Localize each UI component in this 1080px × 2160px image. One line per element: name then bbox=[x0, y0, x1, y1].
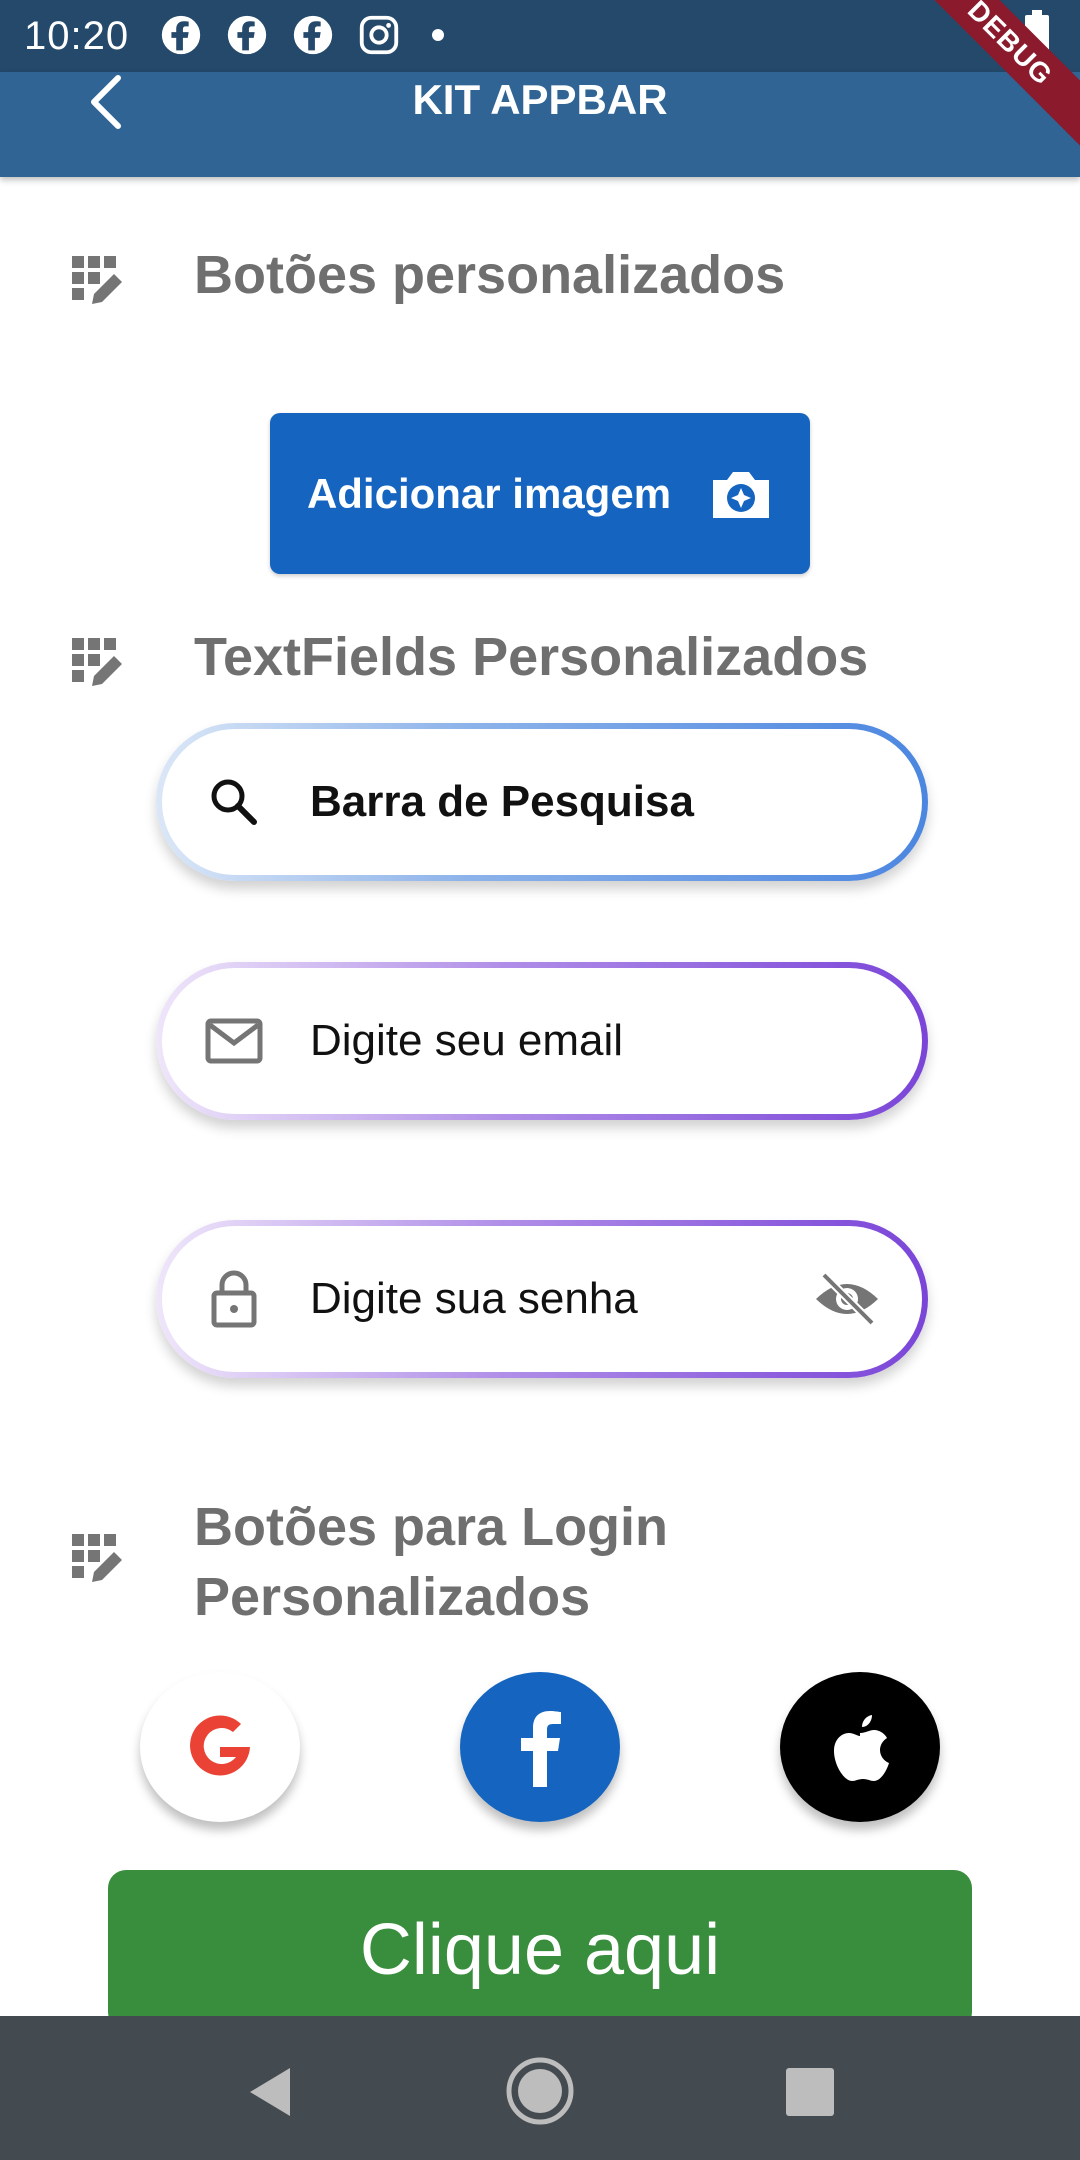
section-header-buttons: Botões personalizados bbox=[70, 240, 994, 310]
section-title-buttons: Botões personalizados bbox=[194, 245, 786, 305]
facebook-icon bbox=[293, 15, 333, 55]
facebook-icon bbox=[161, 15, 201, 55]
facebook-icon bbox=[521, 1711, 561, 1787]
facebook-icon bbox=[227, 15, 267, 55]
status-time: 10:20 bbox=[24, 14, 130, 58]
nav-back-icon[interactable] bbox=[240, 2062, 300, 2122]
design-services-icon bbox=[72, 256, 122, 304]
section-header-textfields: TextFields Personalizados bbox=[70, 622, 994, 692]
section-title-login: Botões para Login Personalizados bbox=[194, 1497, 669, 1627]
lock-icon bbox=[211, 1270, 257, 1328]
email-field-inner: Digite seu email bbox=[162, 968, 922, 1114]
search-field-text: Barra de Pesquisa bbox=[310, 777, 694, 826]
notification-icons bbox=[158, 12, 444, 58]
search-icon bbox=[211, 779, 257, 825]
apple-login-button[interactable] bbox=[780, 1672, 940, 1822]
facebook-login-button[interactable] bbox=[460, 1672, 620, 1822]
password-field-inner: Digite sua senha bbox=[162, 1226, 922, 1372]
email-field-text: Digite seu email bbox=[310, 1016, 624, 1065]
nav-home-icon[interactable] bbox=[505, 2056, 575, 2126]
search-field-inner: Barra de Pesquisa bbox=[162, 729, 922, 875]
add-image-button[interactable]: Adicionar imagem bbox=[270, 413, 810, 574]
nav-recents-icon[interactable] bbox=[780, 2062, 840, 2122]
design-services-icon bbox=[72, 1534, 122, 1582]
app-bar: KIT APPBAR bbox=[0, 72, 1080, 177]
apple-icon bbox=[834, 1715, 889, 1781]
page-title: KIT APPBAR bbox=[412, 76, 668, 123]
visibility-off-icon[interactable] bbox=[812, 1269, 882, 1329]
search-field[interactable]: Barra de Pesquisa bbox=[156, 723, 928, 881]
mail-icon bbox=[205, 1018, 263, 1064]
add-image-label: Adicionar imagem bbox=[306, 469, 672, 517]
status-bar: 10:20 bbox=[0, 0, 1080, 72]
email-field[interactable]: Digite seu email bbox=[156, 962, 928, 1120]
social-login-row bbox=[0, 1672, 1080, 1822]
design-services-icon bbox=[72, 638, 122, 686]
google-login-button[interactable] bbox=[140, 1672, 300, 1822]
instagram-icon bbox=[359, 15, 399, 55]
system-nav-bar bbox=[0, 2016, 1080, 2160]
camera-icon bbox=[713, 471, 770, 518]
click-here-button[interactable]: Clique aqui bbox=[108, 1870, 972, 2030]
section-title-textfields: TextFields Personalizados bbox=[194, 627, 869, 687]
google-icon bbox=[190, 1715, 250, 1776]
section-header-login: Botões para Login Personalizados bbox=[70, 1492, 754, 1632]
password-field[interactable]: Digite sua senha bbox=[156, 1220, 928, 1378]
password-field-text: Digite sua senha bbox=[310, 1274, 638, 1323]
more-notifications-dot bbox=[432, 29, 444, 41]
